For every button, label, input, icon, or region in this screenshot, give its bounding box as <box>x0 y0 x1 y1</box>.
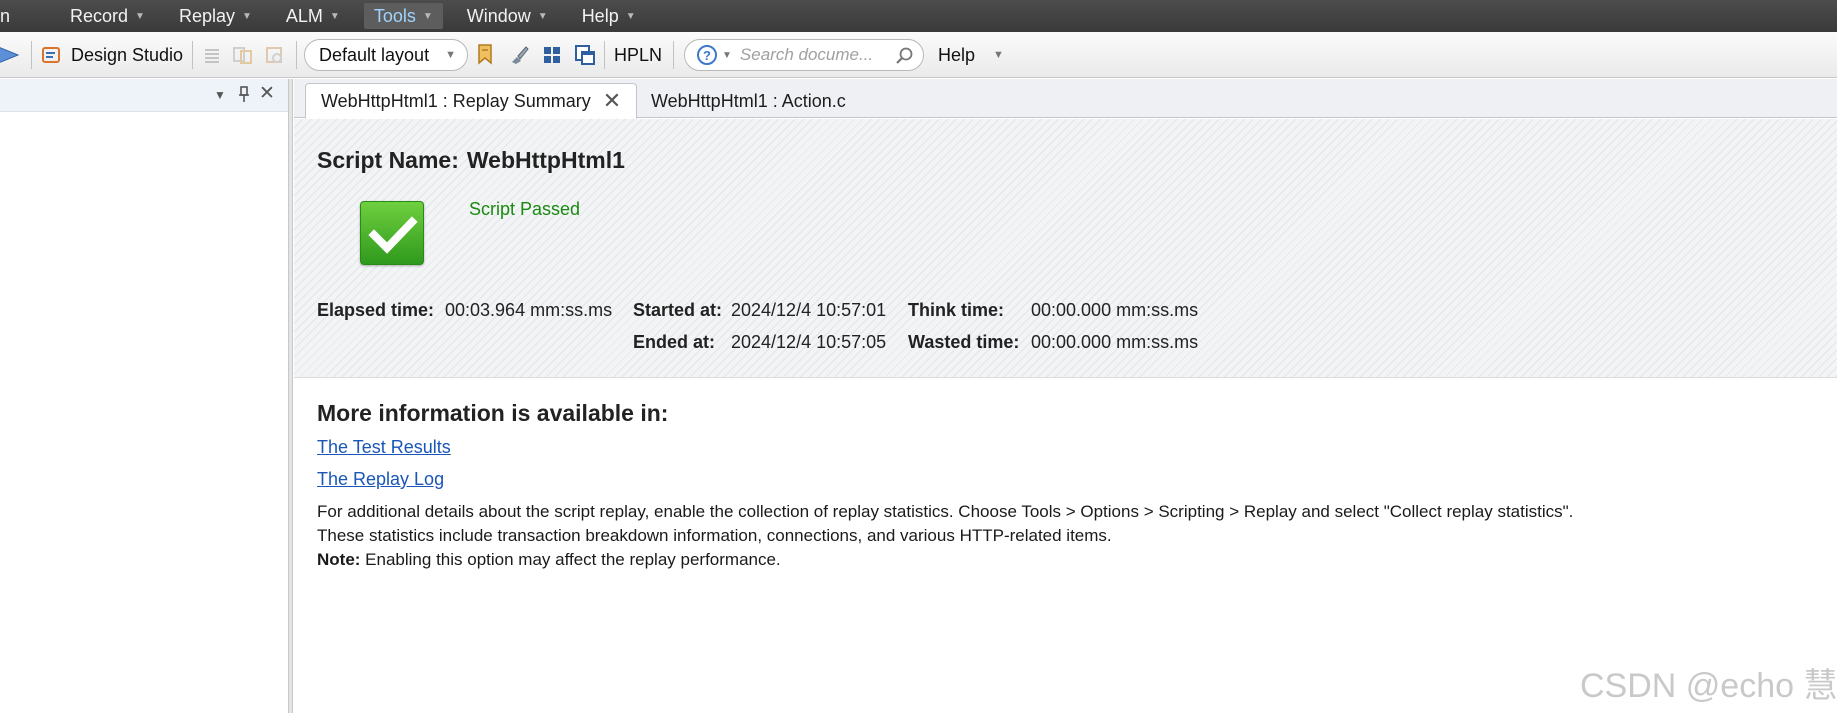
toolbar-separator <box>604 41 605 69</box>
chevron-down-icon: ▼ <box>537 10 548 22</box>
search-box[interactable]: ? ▼ <box>684 39 924 71</box>
design-studio-label: Design Studio <box>71 44 184 65</box>
editor-tabs: WebHttpHtml1 : Replay Summary ✕ WebHttpH… <box>294 79 1837 119</box>
tab-label: WebHttpHtml1 : Replay Summary <box>321 90 591 111</box>
help-label: Help <box>938 44 976 65</box>
menu-item-label: n <box>0 5 11 26</box>
panel-splitter[interactable] <box>289 79 293 713</box>
paste-icon[interactable] <box>264 32 286 78</box>
status-text: Script Passed <box>469 199 581 219</box>
chevron-down-icon: ▼ <box>993 49 1004 61</box>
toolbar-separator <box>296 41 297 69</box>
replay-summary-header: Script Name: WebHttpHtml1 Script Passed E… <box>294 119 1837 378</box>
wasted-time-value: 00:00.000 mm:ss.ms <box>1031 332 1199 352</box>
brush-icon[interactable] <box>508 32 530 78</box>
chevron-down-icon: ▼ <box>329 10 340 22</box>
script-name: Script Name: WebHttpHtml1 <box>317 147 625 174</box>
info-text-line2: These statistics include transaction bre… <box>317 526 1112 545</box>
think-time-value: 00:00.000 mm:ss.ms <box>1031 300 1199 320</box>
replay-log-link[interactable]: The Replay Log <box>317 469 444 490</box>
wasted-time-label: Wasted time: <box>908 332 1020 352</box>
hpln-button[interactable]: HPLN <box>614 32 662 78</box>
search-icon[interactable] <box>895 46 915 71</box>
menu-window[interactable]: Window ▼ <box>457 3 558 29</box>
note-text: Enabling this option may affect the repl… <box>360 550 781 569</box>
more-info-title: More information is available in: <box>317 400 669 426</box>
menu-item-label: Tools <box>373 5 416 26</box>
grid-icon[interactable] <box>542 32 562 78</box>
menu-replay[interactable]: Replay ▼ <box>169 3 262 29</box>
chevron-down-icon: ▼ <box>241 10 252 22</box>
info-text-line1: For additional details about the script … <box>317 502 1574 521</box>
note-label: Note: <box>317 550 361 569</box>
windows-icon[interactable] <box>574 32 596 78</box>
tab-replay-summary[interactable]: WebHttpHtml1 : Replay Summary ✕ <box>305 83 638 119</box>
chevron-down-icon[interactable]: ▼ <box>214 88 226 102</box>
menu-item-label: Help <box>581 5 619 26</box>
started-value: 2024/12/4 10:57:01 <box>731 300 887 320</box>
help-icon[interactable]: ? <box>697 45 717 65</box>
checkmark-icon <box>360 201 424 265</box>
test-results-link[interactable]: The Test Results <box>317 437 451 458</box>
menu-item-label: ALM <box>285 5 323 26</box>
chevron-down-icon: ▼ <box>625 10 636 22</box>
menu-bar: n Record ▼ Replay ▼ ALM ▼ Tools ▼ Window ▼ He… <box>0 0 1837 32</box>
copy-icon[interactable] <box>232 32 254 78</box>
list-icon[interactable] <box>202 32 222 78</box>
pin-icon[interactable] <box>237 85 251 107</box>
chevron-down-icon: ▼ <box>422 10 433 22</box>
toolbar-separator <box>192 41 193 69</box>
watermark: CSDN @echo 慧 <box>1580 667 1837 705</box>
script-name-value: WebHttpHtml1 <box>466 147 625 173</box>
menu-item-label: Replay <box>178 5 235 26</box>
close-icon[interactable]: ✕ <box>603 90 621 112</box>
help-button[interactable]: Help ▼ <box>938 32 1004 78</box>
design-studio-icon <box>42 47 60 63</box>
started-label: Started at: <box>633 300 723 320</box>
elapsed-value: 00:03.964 mm:ss.ms <box>445 300 613 320</box>
design-studio-button[interactable]: Design Studio <box>40 32 183 78</box>
tab-label: WebHttpHtml1 : Action.c <box>651 90 846 111</box>
hpln-label: HPLN <box>614 44 663 65</box>
ended-value: 2024/12/4 10:57:05 <box>731 332 887 352</box>
menu-item-label: Window <box>466 5 531 26</box>
close-icon[interactable]: ✕ <box>259 82 275 105</box>
bookmark-icon[interactable] <box>476 32 494 78</box>
menu-record[interactable]: Record ▼ <box>60 3 155 29</box>
layout-select-value: Default layout <box>319 44 430 65</box>
chevron-down-icon: ▼ <box>445 49 456 61</box>
think-time-label: Think time: <box>908 300 1005 320</box>
info-note: Note: Enabling this option may affect th… <box>317 550 781 570</box>
layout-select[interactable]: Default layout ▼ <box>304 39 468 71</box>
elapsed-label: Elapsed time: <box>317 300 435 320</box>
toolbar-separator <box>31 41 32 69</box>
menu-help[interactable]: Help ▼ <box>572 3 646 29</box>
search-input[interactable] <box>739 45 890 65</box>
menu-item-label: Record <box>70 5 129 26</box>
menu-tools[interactable]: Tools ▼ <box>363 3 443 29</box>
play-icon[interactable] <box>0 32 20 78</box>
menu-alm[interactable]: ALM ▼ <box>276 3 350 29</box>
toolbar-separator <box>673 41 674 69</box>
ended-label: Ended at: <box>633 332 716 352</box>
menu-item-partial[interactable]: n <box>0 3 20 29</box>
tab-action-c[interactable]: WebHttpHtml1 : Action.c <box>636 83 861 119</box>
chevron-down-icon: ▼ <box>135 10 145 22</box>
left-panel: ▼ ✕ <box>0 79 289 713</box>
left-panel-header: ▼ ✕ <box>0 79 288 112</box>
chevron-down-icon[interactable]: ▼ <box>722 50 732 61</box>
script-name-label: Script Name: <box>317 147 459 173</box>
